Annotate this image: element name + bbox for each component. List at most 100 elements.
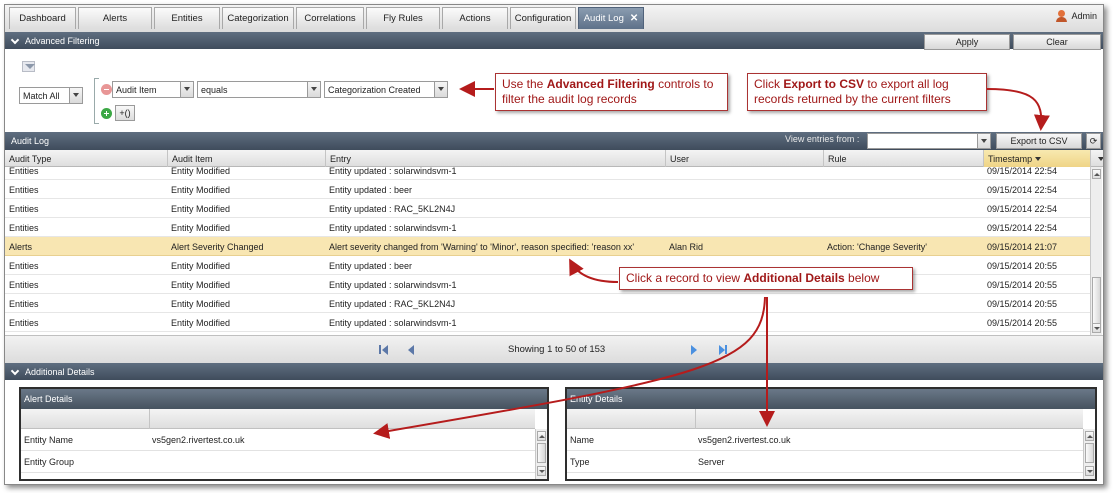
table-row[interactable]: Entities Entity Modified Entity updated : …	[5, 275, 1090, 294]
operator-select[interactable]: equals	[197, 81, 321, 98]
table-row[interactable]: Entities Entity Modified Entity updated : …	[5, 167, 1090, 180]
scroll-down-icon[interactable]	[537, 466, 546, 476]
column-header-timestamp[interactable]: Timestamp	[983, 150, 1090, 167]
refresh-icon[interactable]: ⟳	[1086, 133, 1101, 149]
first-page-icon[interactable]	[378, 344, 390, 356]
column-header-user[interactable]: User	[665, 150, 823, 167]
sort-desc-icon	[1035, 156, 1042, 161]
cell-type: Entities	[9, 222, 39, 233]
clear-button[interactable]: Clear	[1013, 34, 1101, 50]
scroll-thumb[interactable]	[537, 443, 546, 463]
table-row[interactable]: Entities Entity Modified Entity updated : …	[5, 218, 1090, 237]
scroll-down-icon[interactable]	[1092, 323, 1101, 333]
chevron-down-icon[interactable]	[434, 82, 447, 97]
table-row[interactable]: Entities Entity Modified Entity updated : …	[5, 199, 1090, 218]
cell-item: Entity Modified	[171, 317, 231, 328]
tab-configuration[interactable]: Configuration	[510, 7, 576, 29]
alert-detail-row[interactable]: Entity Group	[21, 451, 535, 473]
entity-detail-row[interactable]: Name vs5gen2.rivertest.co.uk	[567, 429, 1083, 451]
chevron-down-icon[interactable]	[977, 134, 990, 148]
close-icon[interactable]: ✕	[630, 13, 638, 24]
advanced-filtering-header[interactable]: Advanced Filtering Apply Clear	[5, 32, 1103, 50]
tab-alerts[interactable]: Alerts	[78, 7, 152, 29]
tab-actions[interactable]: Actions	[442, 7, 508, 29]
alert-detail-row[interactable]: Entity Name vs5gen2.rivertest.co.uk	[21, 429, 535, 451]
table-row[interactable]: Alerts Alert Severity Changed Alert severi…	[5, 237, 1090, 256]
detail-value: Server	[698, 457, 725, 467]
column-label: Audit Item	[172, 153, 213, 164]
callout-text: Click	[754, 77, 784, 91]
cell-timestamp: 09/15/2014 20:55	[987, 260, 1058, 271]
column-header-entry[interactable]: Entry	[325, 150, 665, 167]
add-group-button[interactable]: +()	[115, 105, 135, 121]
column-header-audit-item[interactable]: Audit Item	[167, 150, 325, 167]
audit-log-scrollbar[interactable]	[1090, 167, 1102, 335]
tab-entities[interactable]: Entities	[154, 7, 220, 29]
scroll-down-icon[interactable]	[1085, 466, 1094, 476]
apply-button[interactable]: Apply	[924, 34, 1010, 50]
tab-audit-log[interactable]: Audit Log ✕	[578, 7, 644, 29]
entity-detail-row[interactable]: Type Server	[567, 451, 1083, 473]
scroll-up-icon[interactable]	[1085, 431, 1094, 441]
alert-details-panel: Alert Details Entity Name vs5gen2.rivert…	[19, 387, 549, 481]
tab-label: Audit Log	[583, 13, 624, 24]
table-row[interactable]: Entities Entity Modified Entity updated : …	[5, 180, 1090, 199]
column-label: Rule	[828, 153, 847, 164]
cell-type: Alerts	[9, 241, 33, 252]
cell-timestamp: 09/15/2014 22:54	[987, 222, 1058, 233]
apply-label: Apply	[955, 37, 979, 47]
callout-bold-text: Export to CSV	[783, 77, 865, 91]
column-label: Entry	[330, 153, 352, 164]
cell-item: Entity Modified	[171, 167, 231, 176]
alert-details-scrollbar[interactable]	[535, 429, 547, 479]
chevron-down-icon[interactable]	[180, 82, 193, 97]
entity-details-panel: Entity Details Name vs5gen2.rivertest.co…	[565, 387, 1097, 481]
tab-fly-rules[interactable]: Fly Rules	[366, 7, 440, 29]
cell-timestamp: 09/15/2014 22:54	[987, 167, 1058, 176]
entity-details-title: Entity Details	[567, 389, 1095, 409]
audit-log-title: Audit Log	[11, 136, 50, 146]
chevron-down-icon[interactable]	[69, 88, 82, 103]
operator-value: equals	[201, 84, 228, 95]
value-select[interactable]: Categorization Created	[324, 81, 448, 98]
audit-log-table: Entities Entity Modified Entity updated : …	[5, 167, 1090, 335]
cell-timestamp: 09/15/2014 20:55	[987, 279, 1058, 290]
view-entries-select[interactable]: Today	[867, 133, 991, 149]
cell-item: Entity Modified	[171, 184, 231, 195]
table-row[interactable]: Entities Entity Modified Entity updated : …	[5, 313, 1090, 332]
column-header-audit-type[interactable]: Audit Type	[5, 150, 167, 167]
next-page-icon[interactable]	[688, 344, 700, 356]
cell-type: Entities	[9, 184, 39, 195]
column-header-rule[interactable]: Rule	[823, 150, 983, 167]
tab-dashboard[interactable]: Dashboard	[9, 7, 76, 29]
collapse-chevron-icon[interactable]	[11, 368, 19, 376]
scroll-up-icon[interactable]	[537, 431, 546, 441]
add-condition-icon[interactable]	[101, 108, 112, 119]
tab-categorization[interactable]: Categorization	[222, 7, 294, 29]
additional-details-header[interactable]: Additional Details	[5, 363, 1103, 380]
cell-timestamp: 09/15/2014 22:54	[987, 184, 1058, 195]
user-menu[interactable]: Admin	[1056, 10, 1097, 22]
table-row[interactable]: Entities Entity Modified Entity updated : …	[5, 256, 1090, 275]
match-select[interactable]: Match All	[19, 87, 83, 104]
collapse-chevron-icon[interactable]	[11, 37, 19, 45]
table-row[interactable]: Entities Entity Modified Entity updated : …	[5, 294, 1090, 313]
tab-correlations[interactable]: Correlations	[296, 7, 364, 29]
cell-entry: Entity updated : RAC_5KL2N4J	[329, 203, 456, 214]
alert-details-header-row	[21, 409, 535, 429]
chevron-down-icon[interactable]	[307, 82, 320, 97]
export-csv-button[interactable]: Export to CSV	[996, 133, 1082, 149]
filter-icon[interactable]	[22, 61, 35, 72]
additional-details-title: Additional Details	[25, 366, 95, 377]
scroll-thumb[interactable]	[1085, 443, 1094, 463]
scroll-up-icon[interactable]	[1092, 169, 1101, 179]
field-select[interactable]: Audit Item	[112, 81, 194, 98]
audit-log-header: Audit Log View entries from : Today Expo…	[5, 132, 1103, 150]
column-menu-icon[interactable]	[1090, 150, 1103, 167]
entity-details-scrollbar[interactable]	[1083, 429, 1095, 479]
previous-page-icon[interactable]	[405, 344, 417, 356]
application-window: Dashboard Alerts Entities Categorization…	[4, 4, 1104, 485]
last-page-icon[interactable]	[717, 344, 729, 356]
scroll-thumb[interactable]	[1092, 277, 1101, 327]
remove-condition-icon[interactable]	[101, 84, 112, 95]
